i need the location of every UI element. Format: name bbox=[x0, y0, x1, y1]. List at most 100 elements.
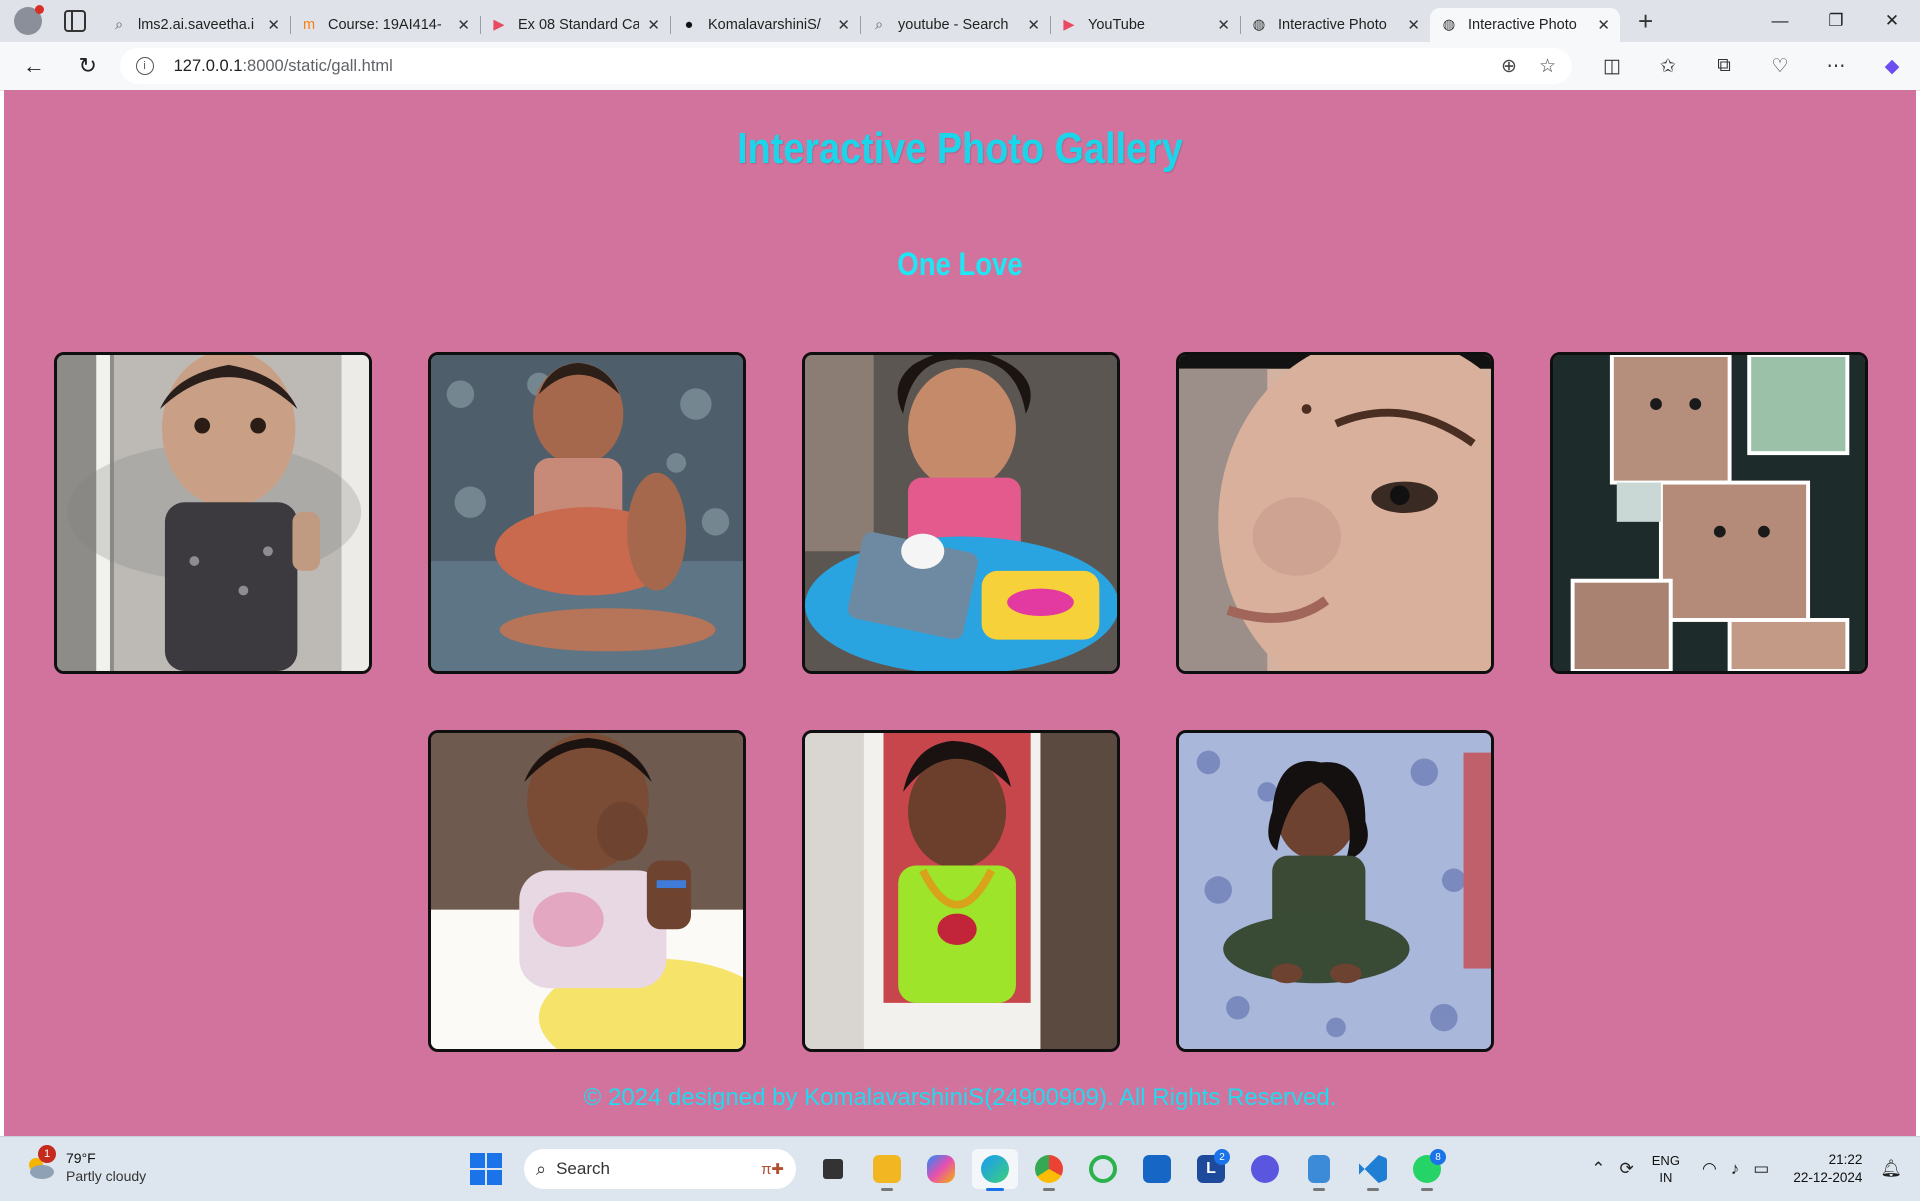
profile-icon[interactable] bbox=[14, 5, 44, 35]
gallery-photo-7[interactable] bbox=[802, 730, 1120, 1052]
close-tab-icon[interactable]: ✕ bbox=[1217, 16, 1230, 34]
browser-tab-title: Interactive Photo bbox=[1468, 17, 1577, 33]
l-app-badge: 2 bbox=[1214, 1149, 1230, 1165]
close-tab-icon[interactable]: ✕ bbox=[457, 16, 470, 34]
notification-bell-icon[interactable]: 🔔︎ bbox=[1880, 1159, 1902, 1179]
sync-icon[interactable]: ⟳ bbox=[1620, 1159, 1634, 1179]
volume-icon[interactable]: ♪ bbox=[1731, 1159, 1740, 1179]
close-tab-icon[interactable]: ✕ bbox=[267, 16, 280, 34]
page-viewport: Interactive Photo Gallery One Love © 202… bbox=[4, 90, 1916, 1136]
close-tab-icon[interactable]: ✕ bbox=[1407, 16, 1420, 34]
browser-essentials-icon[interactable]: ♡ bbox=[1752, 55, 1808, 78]
browser-tab-title: youtube - Search bbox=[898, 17, 1009, 33]
browser-tab[interactable]: m Course: 19AI414- ✕ bbox=[290, 8, 480, 42]
favorites-icon[interactable]: ✩ bbox=[1640, 55, 1696, 78]
page-footer: © 2024 designed by KomalavarshiniS(24900… bbox=[583, 1084, 1337, 1111]
gallery-photo-2[interactable] bbox=[428, 352, 746, 674]
whatsapp-badge: 8 bbox=[1430, 1149, 1446, 1165]
back-button[interactable]: ← bbox=[16, 48, 52, 84]
gallery-photo-4[interactable] bbox=[1176, 352, 1494, 674]
language-code: ENG bbox=[1651, 1153, 1680, 1168]
site-info-icon[interactable]: i bbox=[135, 57, 154, 75]
copilot-app-icon[interactable] bbox=[918, 1149, 964, 1189]
restore-button[interactable]: ❐ bbox=[1808, 0, 1864, 42]
battery-icon[interactable]: ▭ bbox=[1753, 1159, 1769, 1179]
windows-taskbar: 1 79°F Partly cloudy ⌕ Search π✚ L2 8 ⌃ … bbox=[0, 1136, 1920, 1201]
split-screen-icon[interactable]: ◫ bbox=[1584, 55, 1640, 78]
browser-tab[interactable]: ⌕ youtube - Search ✕ bbox=[860, 8, 1050, 42]
browser-tab[interactable]: ◍ Interactive Photo ✕ bbox=[1240, 8, 1430, 42]
minimize-button[interactable]: — bbox=[1752, 0, 1808, 42]
clock-time: 21:22 bbox=[1828, 1152, 1863, 1167]
favorite-star-icon[interactable]: ☆ bbox=[1539, 55, 1556, 78]
tab-list: ⌕ lms2.ai.saveetha.i ✕ m Course: 19AI414- ✕ ▶ E… bbox=[100, 0, 1620, 42]
more-menu-icon[interactable]: ⋯ bbox=[1808, 55, 1864, 78]
gallery-photo-8[interactable] bbox=[1176, 730, 1494, 1052]
browser-tab-title: YouTube bbox=[1088, 17, 1145, 33]
close-tab-icon[interactable]: ✕ bbox=[1597, 16, 1610, 34]
browser-tab-title: Interactive Photo bbox=[1278, 17, 1387, 33]
window-controls: — ❐ ✕ bbox=[1752, 0, 1920, 42]
browser-tab-strip: ⌕ lms2.ai.saveetha.i ✕ m Course: 19AI414- ✕ ▶ E… bbox=[0, 0, 1920, 42]
browser-tab[interactable]: ● KomalavarshiniS/ ✕ bbox=[670, 8, 860, 42]
browser-tab[interactable]: ◍ Interactive Photo ✕ bbox=[1430, 8, 1620, 42]
whatsapp-icon[interactable]: 8 bbox=[1404, 1149, 1450, 1191]
l-app-icon[interactable]: L2 bbox=[1188, 1149, 1234, 1189]
file-explorer-icon[interactable] bbox=[864, 1149, 910, 1191]
globe-icon: ◍ bbox=[1252, 17, 1266, 33]
weather-temp: 79°F bbox=[66, 1150, 96, 1166]
region-code: IN bbox=[1659, 1170, 1673, 1185]
zoom-icon[interactable]: ⊕ bbox=[1501, 55, 1517, 78]
url-host: 127.0.0.1 bbox=[173, 56, 243, 75]
new-tab-button[interactable]: + bbox=[1638, 8, 1653, 34]
url-path: :8000/static/gall.html bbox=[242, 56, 393, 75]
edge-icon[interactable] bbox=[972, 1149, 1018, 1191]
youtube-icon: ▶ bbox=[1063, 17, 1075, 33]
wifi-icon[interactable]: ◠ bbox=[1702, 1159, 1717, 1179]
tab-actions-icon[interactable] bbox=[64, 10, 86, 32]
gallery-photo-1[interactable] bbox=[54, 352, 372, 674]
browser-tab[interactable]: ⌕ lms2.ai.saveetha.i ✕ bbox=[100, 8, 290, 42]
taskbar-search[interactable]: ⌕ Search π✚ bbox=[524, 1149, 796, 1189]
store-icon[interactable] bbox=[1134, 1149, 1180, 1189]
youtube-icon: ▶ bbox=[493, 17, 505, 33]
close-tab-icon[interactable]: ✕ bbox=[647, 16, 660, 34]
taskbar-search-label: Search bbox=[556, 1159, 610, 1178]
vscode-icon[interactable] bbox=[1350, 1149, 1396, 1191]
github-icon: ● bbox=[684, 17, 694, 33]
gallery-photo-5[interactable] bbox=[1550, 352, 1868, 674]
moodle-icon: m bbox=[302, 17, 316, 33]
close-tab-icon[interactable]: ✕ bbox=[1027, 16, 1040, 34]
system-tray: ⌃ ⟳ ENG IN ◠ ♪ ▭ 21:22 22-12-2024 🔔︎ bbox=[1577, 1145, 1902, 1193]
weather-widget[interactable]: 1 79°F Partly cloudy bbox=[24, 1145, 147, 1185]
language-indicator[interactable]: ENG IN bbox=[1652, 1152, 1680, 1186]
gallery-subtitle: One Love bbox=[897, 246, 1023, 282]
weather-badge: 1 bbox=[38, 1145, 56, 1163]
close-window-button[interactable]: ✕ bbox=[1864, 0, 1920, 42]
copilot-icon[interactable]: ◆ bbox=[1864, 55, 1920, 78]
triangle-app-icon[interactable] bbox=[1242, 1149, 1288, 1189]
address-bar[interactable]: i 127.0.0.1:8000/static/gall.html ⊕ ☆ bbox=[119, 48, 1573, 84]
partly-cloudy-icon: 1 bbox=[24, 1145, 56, 1183]
clock-date: 22-12-2024 bbox=[1793, 1170, 1863, 1185]
search-icon: ⌕ bbox=[114, 17, 124, 33]
collections-icon[interactable]: ⧉ bbox=[1696, 55, 1752, 77]
task-view-icon[interactable] bbox=[810, 1149, 856, 1189]
chevron-up-icon[interactable]: ⌃ bbox=[1591, 1159, 1605, 1179]
gallery-photo-3[interactable] bbox=[802, 352, 1120, 674]
browser-tab[interactable]: ▶ YouTube ✕ bbox=[1050, 8, 1240, 42]
gallery-photo-6[interactable] bbox=[428, 730, 746, 1052]
refresh-app-icon[interactable] bbox=[1080, 1149, 1126, 1189]
browser-toolbar: ← ↻ i 127.0.0.1:8000/static/gall.html ⊕ … bbox=[0, 42, 1920, 91]
clock[interactable]: 21:22 22-12-2024 bbox=[1793, 1151, 1862, 1187]
start-button[interactable] bbox=[470, 1153, 502, 1185]
browser-tab-title: lms2.ai.saveetha.i bbox=[138, 17, 255, 33]
browser-tab[interactable]: ▶ Ex 08 Standard Ca ✕ bbox=[480, 8, 670, 42]
notepad-icon[interactable] bbox=[1296, 1149, 1342, 1191]
weather-condition: Partly cloudy bbox=[66, 1168, 147, 1184]
chrome-icon[interactable] bbox=[1026, 1149, 1072, 1191]
browser-tab-title: Ex 08 Standard Ca bbox=[518, 17, 640, 33]
reload-button[interactable]: ↻ bbox=[70, 48, 106, 84]
page-title: Interactive Photo Gallery bbox=[737, 124, 1183, 173]
close-tab-icon[interactable]: ✕ bbox=[837, 16, 850, 34]
